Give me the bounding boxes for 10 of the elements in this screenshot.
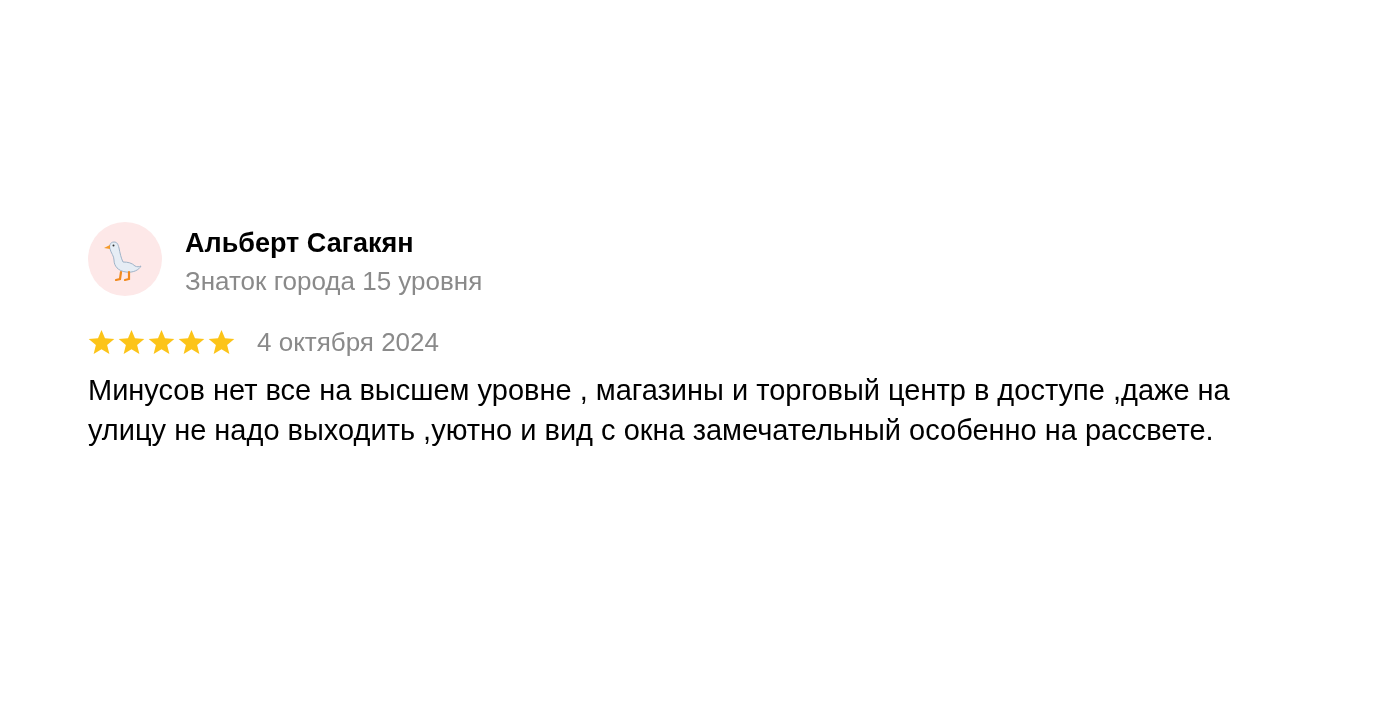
star-filled-icon [208, 328, 235, 356]
author-name: Альберт Сагакян [185, 227, 415, 260]
star-filled-icon [148, 328, 175, 356]
goose-avatar-icon [88, 222, 162, 296]
author-level: Знаток города 15 уровня [185, 265, 483, 298]
star-filled-icon [88, 328, 115, 356]
star-filled-icon [178, 328, 205, 356]
review-text: Минусов нет все на высшем уровне , магазины и торговый центр в доступе ,даже на улицу не надо выходить ,уютно и вид с окна замечательный особенно на рассвете. [88, 373, 1231, 448]
review-date: 4 октября 2024 [257, 326, 439, 358]
star-filled-icon [118, 328, 145, 356]
